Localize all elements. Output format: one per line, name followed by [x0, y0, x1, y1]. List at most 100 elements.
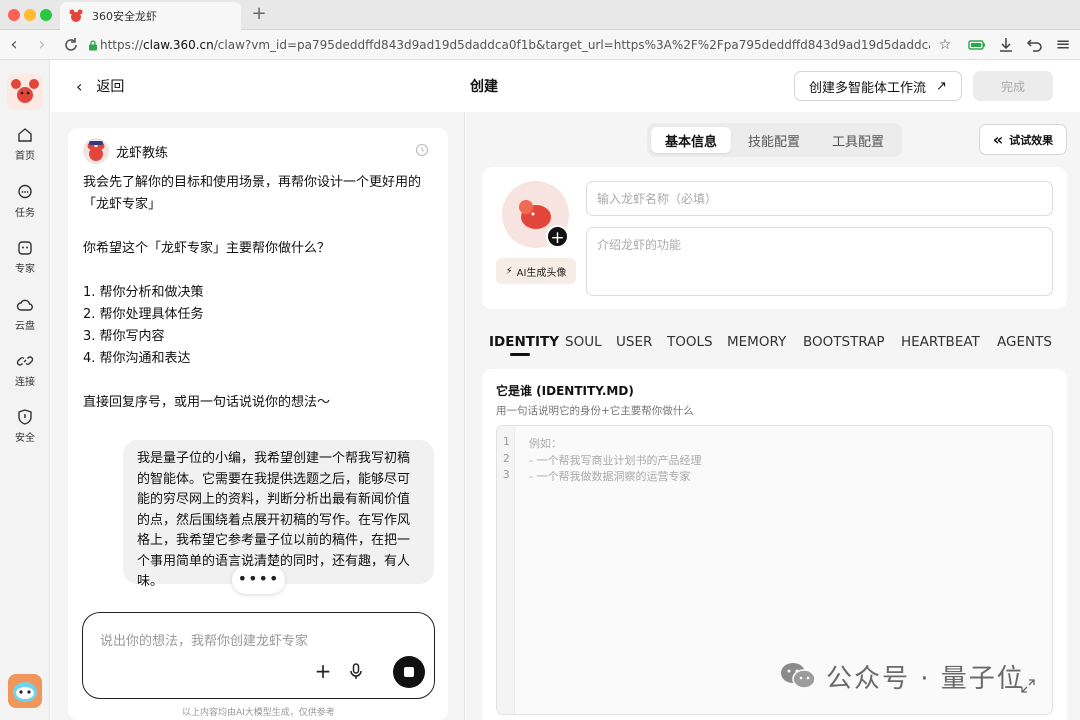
lock-icon — [89, 40, 97, 51]
rail-item-security[interactable]: 安全 — [0, 408, 50, 452]
rail-label: 云盘 — [15, 321, 35, 332]
tab-tools[interactable]: 工具配置 — [818, 127, 898, 153]
rail-item-home[interactable]: 首页 — [0, 126, 50, 170]
watermark: 公众号 · 量子位 — [778, 658, 1025, 694]
tab-skills[interactable]: 技能配置 — [734, 127, 814, 153]
user-message: 我是量子位的小编，我希望创建一个帮我写初稿的智能体。它需要在我提供选题之后，能够… — [123, 440, 434, 589]
try-label: 试试效果 — [1009, 133, 1054, 147]
rail-label: 安全 — [15, 433, 35, 444]
file-tab-memory[interactable]: MEMORY — [727, 334, 786, 354]
bot-line: 直接回复序号，或用一句话说说你的想法～ — [83, 395, 331, 410]
url-field[interactable]: https://claw.360.cn/claw?vm_id=pa795dedd… — [100, 36, 930, 54]
menu-icon[interactable]: ≡ — [1054, 36, 1072, 54]
agent-description-input[interactable] — [586, 227, 1053, 296]
coach-avatar-icon — [87, 141, 105, 161]
bot-message: 我会先了解你的目标和使用场景，再帮你设计一个更好用的 「龙虾专家」 你希望这个「… — [83, 172, 443, 414]
active-tab-indicator — [510, 353, 530, 356]
double-chevron-left-icon: « — [992, 130, 1004, 149]
bot-line: 「龙虾专家」 — [83, 197, 162, 212]
attach-plus-button[interactable]: + — [314, 661, 332, 681]
editor-line: - 一个帮我写商业计划书的产品经理 — [529, 454, 702, 467]
close-window-button[interactable] — [8, 9, 20, 21]
file-tab-bootstrap[interactable]: BOOTSTRAP — [803, 334, 885, 354]
file-tab-identity[interactable]: IDENTITY — [489, 334, 559, 354]
forward-nav-icon[interactable]: › — [32, 35, 52, 55]
rail-item-connect[interactable]: 连接 — [0, 352, 50, 396]
line-number: 2 — [503, 452, 510, 465]
create-multi-agent-button[interactable]: 创建多智能体工作流 ↗ — [794, 71, 962, 101]
side-rail: 首页 任务 专家 云盘 连接 安全 — [0, 60, 50, 720]
coach-avatar — [83, 138, 109, 164]
bot-line: 1. 帮你分析和做决策 — [83, 285, 204, 300]
minimize-window-button[interactable] — [24, 9, 36, 21]
agent-name-input[interactable] — [586, 181, 1053, 216]
file-tab-user[interactable]: USER — [616, 334, 652, 354]
bookmark-star-icon[interactable]: ☆ — [936, 36, 954, 54]
shield-icon — [18, 409, 32, 425]
back-nav-icon[interactable]: ‹ — [4, 35, 24, 55]
lobster-favicon-icon — [69, 9, 83, 22]
ai-avatar-label: AI生成头像 — [516, 267, 567, 279]
mic-icon[interactable] — [347, 662, 365, 680]
link-icon — [16, 356, 34, 366]
browser-titlebar: 360安全龙虾 + — [0, 0, 1080, 30]
try-it-button[interactable]: « 试试效果 — [979, 124, 1067, 155]
undo-icon[interactable] — [1026, 36, 1044, 54]
chat-icon — [18, 184, 32, 199]
line-number: 1 — [503, 435, 510, 448]
chevron-left-icon: ‹ — [76, 76, 83, 96]
done-button[interactable]: 完成 — [973, 71, 1053, 101]
magic-wand-icon: ⚡ — [505, 265, 513, 277]
rail-item-experts[interactable]: 专家 — [0, 239, 50, 283]
chat-input-placeholder: 说出你的想法，我帮你创建龙虾专家 — [100, 634, 309, 649]
back-button[interactable]: ‹ 返回 — [76, 76, 124, 96]
assistant-avatar-icon[interactable] — [8, 674, 42, 708]
editor-line: 例如： — [529, 437, 562, 450]
chat-input[interactable] — [82, 612, 435, 699]
rail-label: 连接 — [15, 377, 35, 388]
address-bar: ‹ › https://claw.360.cn/claw?vm_id=pa795… — [0, 30, 1080, 60]
editor-subtitle: 用一句话说明它的身份+它主要帮你做什么 — [496, 405, 694, 417]
arrow-up-right-icon: ↗ — [936, 78, 947, 94]
editor-line: - 一个帮我做数据洞察的运营专家 — [529, 470, 691, 483]
download-icon[interactable] — [997, 36, 1015, 54]
bot-line: 你希望这个「龙虾专家」主要帮你做什么？ — [83, 241, 331, 256]
home-icon — [18, 128, 32, 142]
stop-button[interactable] — [393, 656, 425, 688]
clock-icon[interactable] — [415, 143, 429, 157]
ai-generate-avatar-button[interactable]: ⚡ AI生成头像 — [496, 258, 576, 284]
browser-tab[interactable]: 360安全龙虾 — [60, 2, 241, 30]
reload-icon[interactable] — [62, 36, 80, 54]
page-title: 创建 — [470, 79, 498, 95]
file-tab-agents[interactable]: AGENTS — [997, 334, 1052, 354]
battery-icon[interactable] — [968, 36, 986, 54]
upload-avatar-button[interactable]: + — [546, 225, 569, 248]
back-label: 返回 — [96, 79, 125, 95]
zoom-window-button[interactable] — [40, 9, 52, 21]
typing-indicator: •••• — [232, 566, 285, 594]
line-number: 3 — [503, 468, 510, 481]
expert-icon — [18, 241, 32, 255]
stop-icon — [404, 667, 414, 677]
bot-line: 4. 帮你沟通和表达 — [83, 351, 191, 366]
tab-title: 360安全龙虾 — [92, 10, 157, 23]
rail-item-tasks[interactable]: 任务 — [0, 183, 50, 227]
file-tab-heartbeat[interactable]: HEARTBEAT — [901, 334, 980, 354]
multi-agent-label: 创建多智能体工作流 — [809, 80, 927, 96]
file-tab-tools[interactable]: TOOLS — [667, 334, 713, 354]
rail-item-cloud[interactable]: 云盘 — [0, 296, 50, 340]
wechat-icon — [781, 663, 816, 689]
coach-name: 龙虾教练 — [116, 146, 169, 161]
editor-title: 它是谁 (IDENTITY.MD) — [496, 384, 634, 398]
file-tab-soul[interactable]: SOUL — [565, 334, 602, 354]
bot-line: 3. 帮你写内容 — [83, 329, 165, 344]
rail-label: 任务 — [15, 208, 35, 219]
bot-line: 我会先了解你的目标和使用场景，再帮你设计一个更好用的 — [83, 175, 422, 190]
tab-basic-info[interactable]: 基本信息 — [651, 127, 731, 153]
new-tab-button[interactable]: + — [249, 3, 269, 25]
rail-label: 专家 — [15, 264, 35, 275]
watermark-text: 公众号 · 量子位 — [826, 663, 1025, 694]
cloud-icon — [16, 299, 33, 311]
app-logo-icon[interactable] — [7, 74, 43, 110]
rail-label: 首页 — [15, 151, 35, 162]
